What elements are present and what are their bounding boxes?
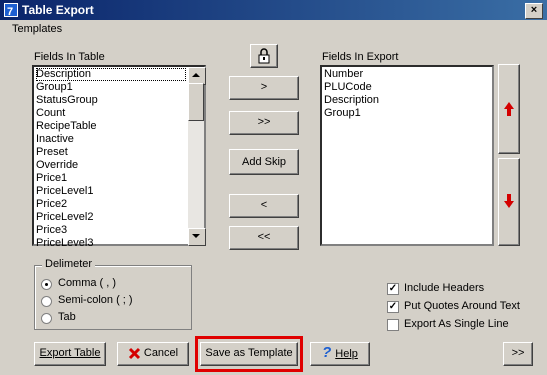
radio-semicolon[interactable]	[41, 296, 52, 307]
remove-all-button[interactable]: <<	[229, 226, 299, 250]
arrow-down-icon	[192, 234, 200, 238]
svg-text:7: 7	[7, 6, 13, 17]
title-bar: 7 Table Export ×	[0, 0, 547, 20]
arrow-down-icon	[504, 194, 514, 208]
lock-button[interactable]	[250, 44, 278, 68]
cancel-button[interactable]: Cancel	[117, 342, 189, 366]
list-item[interactable]: StatusGroup	[36, 94, 98, 107]
move-up-button[interactable]	[498, 64, 520, 154]
more-button[interactable]: >>	[503, 342, 533, 366]
list-item[interactable]: Price1	[36, 172, 67, 185]
list-item[interactable]: RecipeTable	[36, 120, 97, 133]
menu-templates[interactable]: Templates	[12, 23, 62, 35]
list-scrollbar[interactable]	[188, 67, 206, 246]
single-line-label: Export As Single Line	[404, 318, 509, 330]
list-item[interactable]: Description	[36, 68, 186, 81]
arrow-up-icon	[504, 102, 514, 116]
list-item[interactable]: PriceLevel2	[36, 211, 93, 224]
list-item[interactable]: Inactive	[36, 133, 74, 146]
x-icon	[128, 347, 140, 359]
list-item[interactable]: Count	[36, 107, 65, 120]
list-item[interactable]: PriceLevel3	[36, 237, 93, 246]
lock-icon	[258, 48, 270, 64]
list-item[interactable]: Override	[36, 159, 78, 172]
app-icon: 7	[4, 3, 18, 17]
radio-semicolon-label: Semi-colon ( ; )	[58, 294, 133, 306]
fields-in-export-list[interactable]: Number PLUCode Description Group1	[320, 65, 494, 246]
fields-in-table-list[interactable]: Description Group1 StatusGroup Count Rec…	[32, 65, 206, 246]
close-button[interactable]: ×	[525, 3, 543, 19]
list-item[interactable]: Description	[324, 94, 379, 107]
list-item[interactable]: Preset	[36, 146, 68, 159]
move-down-button[interactable]	[498, 158, 520, 246]
list-item[interactable]: Number	[324, 68, 363, 81]
menu-bar: Templates	[0, 20, 547, 40]
put-quotes-label: Put Quotes Around Text	[404, 300, 520, 312]
single-line-checkbox[interactable]	[387, 319, 399, 331]
arrow-up-icon	[192, 73, 200, 77]
add-skip-button[interactable]: Add Skip	[229, 149, 299, 175]
put-quotes-checkbox[interactable]: ✓	[387, 301, 399, 313]
radio-comma-label: Comma ( , )	[58, 277, 117, 289]
list-item[interactable]: Price3	[36, 224, 67, 237]
help-icon: ?	[322, 344, 332, 361]
scroll-down-button[interactable]	[188, 228, 206, 246]
export-table-button[interactable]: Export Table	[34, 342, 106, 366]
save-as-template-button[interactable]: Save as Template	[200, 342, 298, 366]
include-headers-label: Include Headers	[404, 282, 485, 294]
help-button[interactable]: ? Help	[310, 342, 370, 366]
window-title: Table Export	[22, 3, 94, 17]
list-item[interactable]: Group1	[324, 107, 361, 120]
add-all-button[interactable]: >>	[229, 111, 299, 135]
list-item[interactable]: Price2	[36, 198, 67, 211]
close-icon: ×	[530, 4, 538, 16]
add-field-button[interactable]: >	[229, 76, 299, 100]
include-headers-checkbox[interactable]: ✓	[387, 283, 399, 295]
list-item[interactable]: PLUCode	[324, 81, 372, 94]
fields-in-table-label: Fields In Table	[34, 51, 105, 63]
radio-comma[interactable]	[41, 279, 52, 290]
radio-tab[interactable]	[41, 313, 52, 324]
delimeter-label: Delimeter	[42, 258, 96, 270]
list-item[interactable]: PriceLevel1	[36, 185, 93, 198]
fields-in-export-label: Fields In Export	[322, 51, 399, 63]
radio-tab-label: Tab	[58, 311, 76, 323]
remove-field-button[interactable]: <	[229, 194, 299, 218]
scroll-thumb[interactable]	[188, 83, 204, 121]
list-item[interactable]: Group1	[36, 81, 73, 94]
